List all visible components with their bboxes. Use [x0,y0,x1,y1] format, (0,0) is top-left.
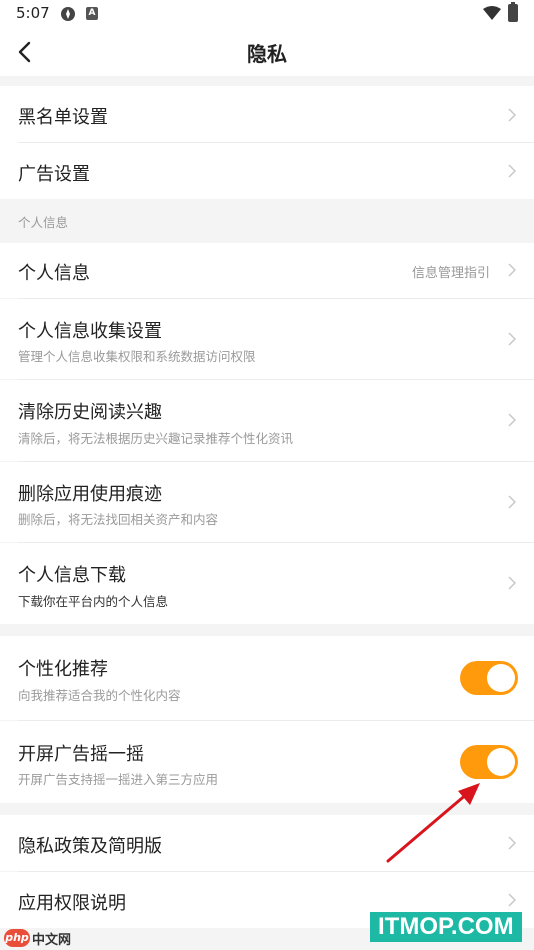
php-cn-watermark: php 中文网 [0,928,90,950]
personalized-recommend-sub: 向我推荐适合我的个性化内容 [18,688,181,703]
download-info-item[interactable]: 个人信息下载 下载你在平台内的个人信息 [0,543,534,624]
download-info-sub: 下载你在平台内的个人信息 [18,594,169,609]
shake-ad-label: 开屏广告摇一摇 [18,744,144,765]
ad-settings-item[interactable]: 广告设置 [0,143,534,199]
chevron-right-icon [508,576,516,590]
privacy-policy-label: 隐私政策及简明版 [18,836,162,857]
chevron-right-icon [508,108,516,122]
a-notification-icon: A [86,7,98,20]
annotation-arrow-icon [386,783,480,863]
clear-history-label: 清除历史阅读兴趣 [18,402,162,423]
shake-ad-toggle[interactable] [460,745,518,779]
personalized-recommend-item: 个性化推荐 向我推荐适合我的个性化内容 [0,636,534,720]
battery-icon [508,2,518,22]
itmop-watermark: ITMOP.COM [370,912,522,942]
delete-traces-item[interactable]: 删除应用使用痕迹 删除后，将无法找回相关资产和内容 [0,462,534,542]
chevron-right-icon [508,495,516,509]
php-logo: php [4,929,30,947]
chevron-right-icon [508,413,516,427]
personal-info-item[interactable]: 个人信息 信息管理指引 [0,243,534,298]
clear-history-item[interactable]: 清除历史阅读兴趣 清除后，将无法根据历史兴趣记录推荐个性化资讯 [0,380,534,461]
chevron-right-icon [508,893,516,907]
wifi-icon [483,6,501,20]
toggle-knob [487,748,515,776]
chevron-right-icon [508,836,516,850]
blacklist-settings-item[interactable]: 黑名单设置 [0,86,534,143]
section-header-personal-info: 个人信息 [0,199,534,243]
page-title: 隐私 [247,42,287,66]
delete-traces-sub: 删除后，将无法找回相关资产和内容 [18,512,219,527]
personalized-recommend-toggle[interactable] [460,661,518,695]
toggle-knob [487,664,515,692]
chevron-right-icon [508,263,516,277]
blacklist-settings-label: 黑名单设置 [18,107,108,128]
php-cn-text: 中文网 [32,933,72,948]
delete-traces-label: 删除应用使用痕迹 [18,484,162,505]
status-time: 5:07 [16,4,50,22]
clear-history-sub: 清除后，将无法根据历史兴趣记录推荐个性化资讯 [18,431,294,446]
download-info-label: 个人信息下载 [18,565,126,586]
collect-settings-sub: 管理个人信息收集权限和系统数据访问权限 [18,349,256,364]
chevron-right-icon [508,164,516,178]
ad-settings-label: 广告设置 [18,164,90,185]
app-notification-icon [61,7,75,21]
chevron-right-icon [508,332,516,346]
section-title: 个人信息 [18,215,69,230]
app-permissions-label: 应用权限说明 [18,893,126,914]
collect-settings-item[interactable]: 个人信息收集设置 管理个人信息收集权限和系统数据访问权限 [0,299,534,379]
nav-bar: 隐私 [0,28,534,76]
info-guide-link[interactable]: 信息管理指引 [412,262,490,281]
status-bar: 5:07 A [0,0,534,28]
collect-settings-label: 个人信息收集设置 [18,321,162,342]
personalized-recommend-label: 个性化推荐 [18,659,108,680]
shake-ad-sub: 开屏广告支持摇一摇进入第三方应用 [18,772,219,787]
personal-info-label: 个人信息 [18,263,90,284]
